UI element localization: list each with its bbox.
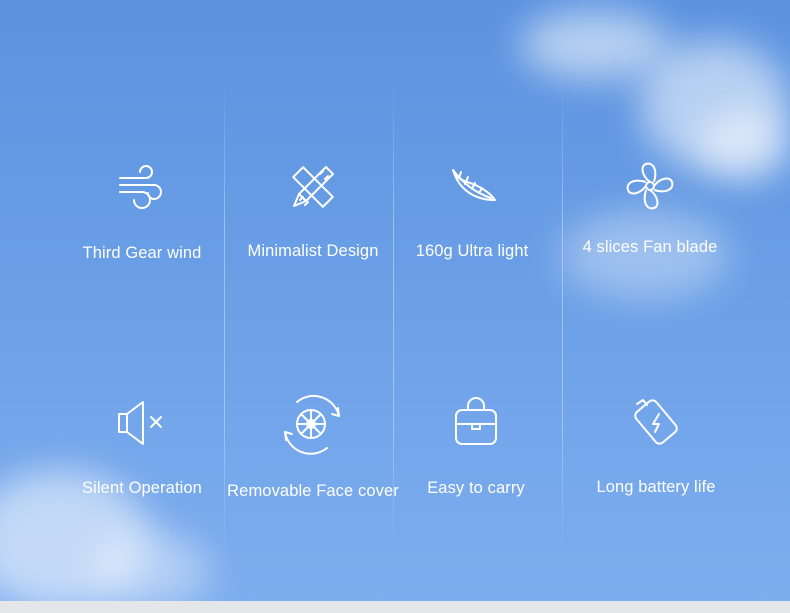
feature-label: 160g Ultra light <box>415 242 529 260</box>
bottom-bar <box>0 601 790 613</box>
feature-label: Silent Operation <box>82 479 202 497</box>
rotate-fan-cover-icon <box>284 395 340 455</box>
feature-label: Removable Face cover <box>227 482 399 500</box>
divider-1 <box>224 78 225 560</box>
ruler-pencil-icon <box>292 166 334 208</box>
wind-icon <box>119 165 162 209</box>
feature-long-battery-life: Long battery life <box>576 394 736 497</box>
feature-removable-face-cover: Removable Face cover <box>226 392 400 501</box>
feature-minimalist-design: Minimalist Design <box>233 160 393 261</box>
feature-silent-operation: Silent Operation <box>62 398 222 498</box>
feature-ultra-light: 160g Ultra light <box>392 160 552 261</box>
bag-icon <box>455 397 497 445</box>
feature-easy-to-carry: Easy to carry <box>396 396 556 498</box>
feature-label: Third Gear wind <box>82 244 202 262</box>
divider-3 <box>562 78 563 560</box>
feature-label: Minimalist Design <box>247 242 379 260</box>
battery-charge-icon <box>634 399 678 445</box>
feature-label: Long battery life <box>596 478 716 496</box>
feature-fan-blade: 4 slices Fan blade <box>570 158 730 257</box>
fan-blade-icon <box>626 162 674 210</box>
feature-label: 4 slices Fan blade <box>582 238 718 256</box>
cloud-bottom-left-2 <box>90 530 210 610</box>
feature-third-gear-wind: Third Gear wind <box>62 162 222 263</box>
speaker-mute-icon <box>118 401 162 445</box>
cloud-top-right <box>520 10 670 80</box>
feather-icon <box>452 169 496 201</box>
feature-label: Easy to carry <box>427 479 525 497</box>
